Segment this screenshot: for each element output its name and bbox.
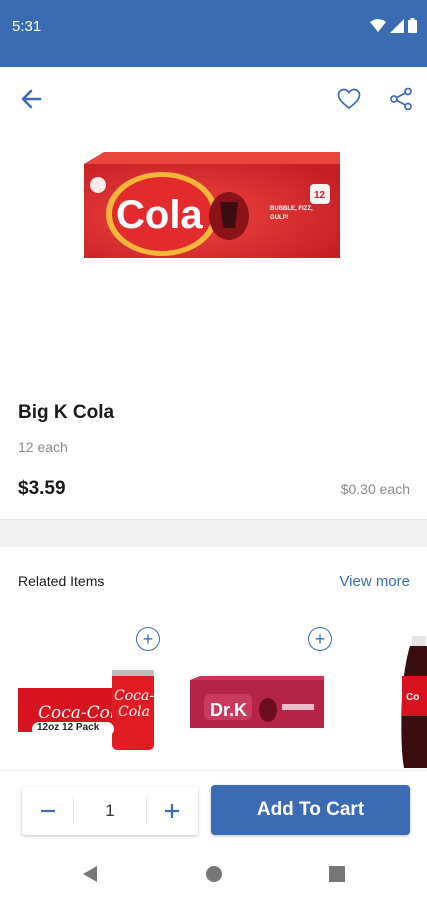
system-icons [370,18,417,33]
add-to-cart-button[interactable]: Add To Cart [211,785,410,835]
favorite-button[interactable] [333,83,365,115]
drk-pack-image: Dr.K [190,676,324,728]
svg-text:Co: Co [406,692,419,703]
svg-text:Cola: Cola [116,193,203,237]
nav-back-button[interactable] [78,862,102,886]
quantity-value[interactable]: 1 [73,796,147,826]
svg-text:Dr.K: Dr.K [210,700,247,720]
plus-icon: + [142,629,154,649]
triangle-back-icon [83,866,97,882]
product-title: Big K Cola [18,402,115,423]
heart-icon [337,88,361,110]
svg-text:GULP!: GULP! [270,215,289,221]
svg-text:12: 12 [314,190,326,201]
increase-quantity-button[interactable] [147,787,198,835]
product-count: 12 each [18,439,68,455]
add-related-drk-button[interactable]: + [308,627,332,651]
cart-bar: 1 Add To Cart [0,770,427,849]
status-bar: 5:31 [0,0,427,67]
top-bar [0,67,427,131]
square-recents-icon [329,866,345,882]
share-icon [390,87,412,111]
minus-icon [40,809,55,813]
related-items-title: Related Items [18,573,105,589]
coca-cola-pack-image: Coca-Cola Coca- Cola [18,670,154,750]
system-nav-bar [0,848,427,900]
arrow-left-icon [21,89,42,109]
related-item-drk[interactable]: Dr.K [190,676,326,737]
cola-bottle-image: Co [401,636,427,768]
product-price: $3.59 [18,478,66,499]
status-time: 5:31 [12,18,42,35]
section-divider [0,519,427,547]
related-item-coca-cola[interactable]: Coca-Cola Coca- Cola 12oz 12 Pack [18,660,158,757]
circle-home-icon [206,866,222,882]
svg-text:Coca-: Coca- [114,688,154,704]
related-item-cola-bottle[interactable]: Co [400,636,427,773]
product-image: Cola BUBBLE, FIZZ, GULP! 12 [0,150,427,280]
plus-icon: + [314,629,326,649]
plus-icon [165,804,180,818]
nav-home-button[interactable] [202,862,226,886]
battery-icon [408,18,417,33]
svg-text:BUBBLE, FIZZ,: BUBBLE, FIZZ, [270,206,313,212]
signal-icon [390,18,404,33]
back-button[interactable] [15,83,47,115]
cola-box-image: Cola BUBBLE, FIZZ, GULP! 12 [83,152,340,258]
related-item-tag: 12oz 12 Pack [37,722,100,733]
wifi-icon [370,18,386,32]
nav-recents-button[interactable] [325,862,349,886]
quantity-stepper: 1 [22,787,198,835]
svg-text:Cola: Cola [118,704,150,720]
share-button[interactable] [385,83,417,115]
unit-price: $0.30 each [340,481,410,497]
view-more-link[interactable]: View more [339,573,410,590]
decrease-quantity-button[interactable] [22,787,73,835]
add-related-coca-cola-button[interactable]: + [136,627,160,651]
